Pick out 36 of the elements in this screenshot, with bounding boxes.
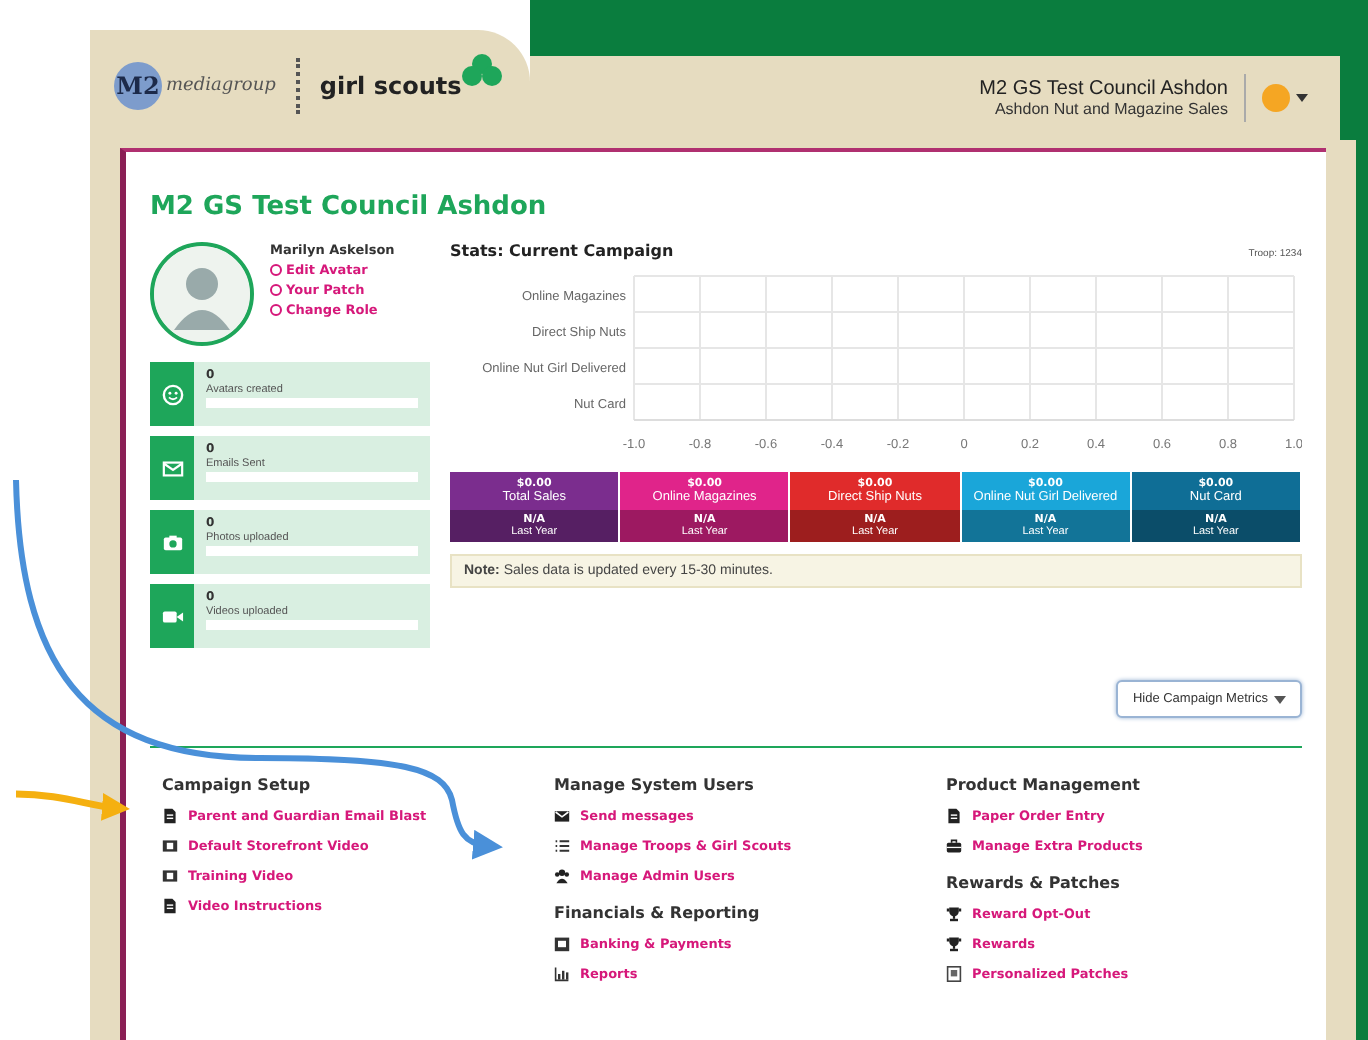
toolbox-icon — [946, 838, 962, 854]
trophy-icon — [946, 936, 962, 952]
trefoil-icon — [461, 51, 502, 91]
caret-icon — [1274, 695, 1286, 703]
document-icon — [162, 808, 178, 824]
section-heading: Campaign Setup — [162, 776, 313, 794]
badge-icon — [946, 966, 962, 982]
circle-icon — [270, 264, 282, 276]
user-avatar — [1262, 84, 1290, 112]
avatar-silhouette — [150, 242, 254, 346]
user-menu[interactable] — [1262, 84, 1308, 112]
camera-icon — [161, 531, 183, 553]
caret-icon — [1296, 94, 1308, 102]
circle-icon — [270, 304, 282, 316]
document-icon — [946, 808, 962, 824]
section-heading: Financials & Reporting — [554, 904, 762, 922]
pointer-arrow — [15, 790, 130, 821]
envelope-icon — [161, 457, 183, 479]
m2-logo: M2 — [114, 61, 162, 109]
section-heading: Rewards & Patches — [946, 874, 1122, 892]
envelope-icon — [554, 808, 570, 824]
council-name: M2 GS Test Council Ashdon — [979, 78, 1228, 100]
bar-chart-icon — [554, 966, 570, 982]
page-title: M2 GS Test Council Ashdon — [150, 192, 549, 222]
circle-icon — [270, 284, 282, 296]
list-icon — [554, 838, 570, 854]
sale-name: Ashdon Nut and Magazine Sales — [994, 100, 1228, 118]
smiley-icon — [161, 383, 183, 405]
document-icon — [162, 898, 178, 914]
partner-wordmark: girl scouts — [319, 71, 462, 99]
logo-wordmark: mediagroup — [166, 75, 276, 95]
users-icon — [554, 868, 570, 884]
section-heading: Product Management — [946, 776, 1142, 794]
section-heading: Manage System Users — [554, 776, 756, 794]
trophy-icon — [946, 906, 962, 922]
stats-title: Stats: Current Campaign — [450, 242, 674, 260]
